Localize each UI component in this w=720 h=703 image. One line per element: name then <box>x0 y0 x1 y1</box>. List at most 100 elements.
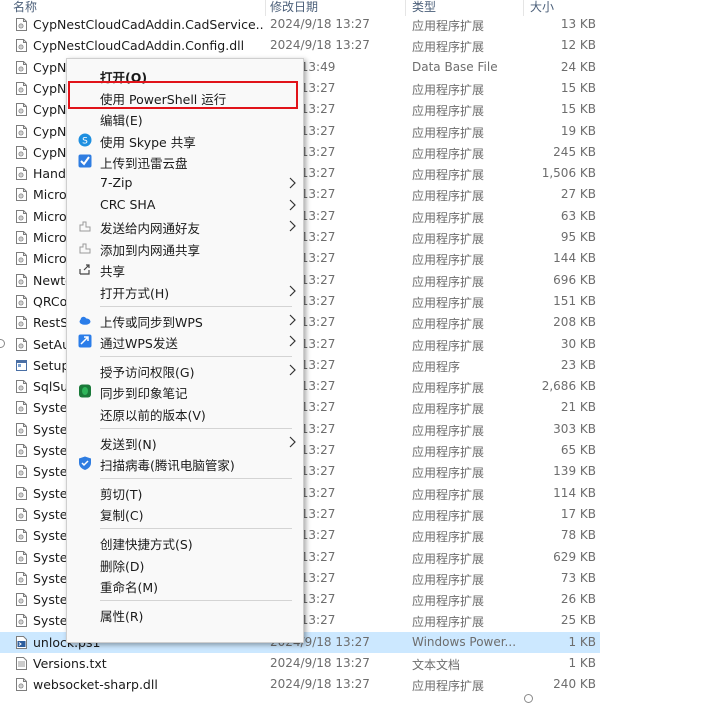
file-type: 应用程序扩展 <box>412 402 485 417</box>
menu-item[interactable]: 还原以前的版本(V) <box>67 403 303 423</box>
file-size: 19 KB <box>560 123 596 138</box>
menu-item[interactable]: 添加到内网通共享 <box>67 238 303 258</box>
dll-file-icon <box>16 337 27 351</box>
file-size: 151 KB <box>553 293 596 308</box>
file-size: 63 KB <box>560 208 596 223</box>
menu-item[interactable]: 上传或同步到WPS <box>67 310 303 330</box>
menu-separator <box>100 355 292 357</box>
file-size: 95 KB <box>560 230 596 244</box>
file-size: 13 KB <box>560 17 596 31</box>
column-header-name[interactable]: 名称 <box>13 0 37 15</box>
file-size: 1 KB <box>568 634 596 649</box>
file-type: 应用程序扩展 <box>412 338 485 353</box>
file-type: 应用程序扩展 <box>412 508 485 523</box>
skype-icon: S <box>78 133 92 147</box>
menu-item-label: CRC SHA <box>100 196 156 212</box>
menu-item[interactable]: 删除(D) <box>67 554 303 574</box>
menu-item[interactable]: 创建快捷方式(S) <box>67 532 303 552</box>
chevron-right-icon <box>289 335 296 347</box>
chevron-right-icon <box>289 314 296 326</box>
wps-cloud-icon <box>79 316 91 325</box>
file-type: 应用程序扩展 <box>412 381 485 396</box>
dll-file-icon <box>16 231 27 244</box>
file-type: 应用程序扩展 <box>412 551 485 566</box>
menu-item[interactable]: 发送给内网通好友 <box>67 216 303 236</box>
menu-item[interactable]: 属性(R) <box>67 604 303 624</box>
column-header-type[interactable]: 类型 <box>412 0 436 15</box>
menu-separator <box>100 528 292 529</box>
file-row[interactable]: Versions.txt 2024/9/18 13:27 文本文档 1 KB <box>0 653 600 674</box>
menu-item-label: 添加到内网通共享 <box>100 242 201 258</box>
file-date: 2024/9/18 13:27 <box>270 677 370 692</box>
menu-item-label: 使用 Skype 共享 <box>100 134 196 150</box>
application-icon <box>16 359 27 371</box>
menu-item[interactable]: 发送到(N) <box>67 432 303 452</box>
dll-file-icon <box>16 380 27 394</box>
file-size: 139 KB <box>553 464 596 479</box>
file-size: 15 KB <box>560 102 596 117</box>
menu-item[interactable]: 通过WPS发送 <box>67 331 303 351</box>
file-size: 245 KB <box>553 144 596 159</box>
dll-file-icon <box>16 18 27 31</box>
menu-item-label: 7-Zip <box>100 175 133 190</box>
file-size: 303 KB <box>553 421 596 436</box>
file-row[interactable]: CypNestCloudCadAddin.Config.dll 2024/9/18… <box>0 35 600 56</box>
file-type: 应用程序扩展 <box>412 423 485 438</box>
menu-item-label: 剪切(T) <box>100 486 143 502</box>
file-type: 应用程序扩展 <box>412 232 485 246</box>
file-type: 应用程序扩展 <box>412 210 485 225</box>
menu-item-label: 复制(C) <box>100 508 144 524</box>
menu-item[interactable]: 7-Zip <box>67 173 303 193</box>
menu-item[interactable]: 扫描病毒(腾讯电脑管家) <box>67 453 303 473</box>
file-type: 应用程序扩展 <box>412 146 485 161</box>
share-icon <box>79 264 90 275</box>
file-size: 24 KB <box>560 59 596 74</box>
menu-separator <box>100 599 292 601</box>
file-type: 应用程序扩展 <box>412 466 485 481</box>
file-size: 65 KB <box>560 443 596 457</box>
file-type: 应用程序扩展 <box>412 274 485 289</box>
intranet-friend-icon <box>79 221 91 232</box>
file-type: 应用程序 <box>412 359 461 374</box>
menu-separator <box>100 477 292 479</box>
menu-item-label: 上传到迅雷云盘 <box>100 156 188 172</box>
menu-item[interactable]: 共享 <box>67 259 303 279</box>
file-row[interactable]: websocket-sharp.dll 2024/9/18 13:27 应用程序扩展… <box>0 674 600 695</box>
file-name: CypNestCloudCadAddin.Config.dll <box>33 38 245 54</box>
menu-item[interactable]: 重命名(M) <box>67 575 303 595</box>
menu-item-label: 还原以前的版本(V) <box>100 408 206 423</box>
file-type: 应用程序扩展 <box>412 125 485 140</box>
powershell-script-icon <box>16 635 27 649</box>
menu-item[interactable]: S 使用 Skype 共享 <box>67 130 303 150</box>
context-menu: 打开(O) 使用 PowerShell 运行 编辑(E) S 使用 Skype 共享 上传… <box>66 58 304 643</box>
file-type: Data Base File <box>412 59 498 74</box>
file-type: 应用程序扩展 <box>412 530 485 545</box>
menu-item[interactable]: 授予访问权限(G) <box>67 360 303 380</box>
file-size: 73 KB <box>560 570 596 585</box>
menu-item-label: 上传或同步到WPS <box>100 314 203 330</box>
menu-item[interactable]: 上传到迅雷云盘 <box>67 151 303 171</box>
menu-item[interactable]: CRC SHA <box>67 195 303 215</box>
menu-item[interactable]: 复制(C) <box>67 503 303 523</box>
file-type: 应用程序扩展 <box>412 615 485 630</box>
file-size: 21 KB <box>560 400 596 415</box>
dll-file-icon <box>16 252 27 266</box>
menu-item-label: 扫描病毒(腾讯电脑管家) <box>100 458 235 474</box>
column-header-date[interactable]: 修改日期 <box>270 0 318 15</box>
column-header-size[interactable]: 大小 <box>530 0 554 15</box>
menu-item[interactable]: 同步到印象笔记 <box>67 381 303 401</box>
menu-item[interactable]: 剪切(T) <box>67 482 303 502</box>
file-type: 应用程序扩展 <box>412 445 485 459</box>
dll-file-icon <box>16 167 27 181</box>
file-type: 应用程序扩展 <box>412 189 485 204</box>
menu-item[interactable]: 编辑(E) <box>67 108 303 128</box>
file-size: 30 KB <box>560 336 596 351</box>
file-date: 2024/9/18 13:27 <box>270 38 370 53</box>
menu-item-label: 创建快捷方式(S) <box>100 537 193 552</box>
file-type: Windows Power... <box>412 634 517 649</box>
menu-item[interactable]: 打开方式(H) <box>67 281 303 301</box>
dll-file-icon <box>16 60 27 74</box>
dll-file-icon <box>16 593 27 607</box>
file-size: 26 KB <box>560 592 596 607</box>
file-row[interactable]: CypNestCloudCadAddin.CadService.... 2024/… <box>0 14 600 35</box>
